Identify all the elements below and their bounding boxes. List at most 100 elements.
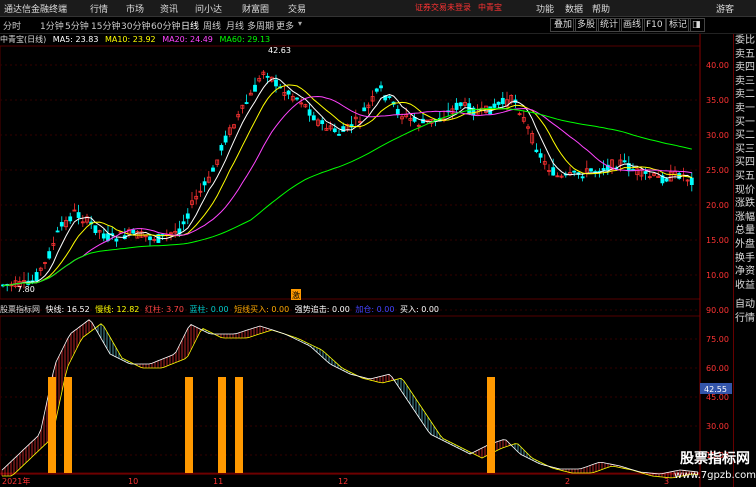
period-30min[interactable]: 30分钟	[121, 19, 150, 32]
menu-market-quotes[interactable]: 行情	[90, 2, 108, 15]
side-bid1[interactable]: 买一	[734, 116, 756, 130]
side-change-pct[interactable]: 涨幅	[734, 211, 756, 225]
ind-tick-30: 30.00	[706, 422, 729, 431]
title-bar: 通达信金融终端 行情 市场 资讯 问小达 财富圈 交易 证券交易未登录 中青宝 …	[0, 0, 756, 17]
candle-body	[362, 107, 367, 112]
moving-average-lines	[2, 77, 693, 287]
side-bid-ratio[interactable]: 委比	[734, 34, 756, 48]
side-ask5[interactable]: 卖五	[734, 48, 756, 62]
menu-functions[interactable]: 功能	[536, 2, 554, 15]
app-name: 通达信金融终端	[4, 5, 68, 15]
chevron-down-icon[interactable]: ▾	[298, 19, 302, 28]
guest-user[interactable]: 游客	[716, 2, 734, 15]
menu-news[interactable]: 资讯	[160, 2, 178, 15]
candle-body	[332, 128, 337, 133]
period-15min[interactable]: 15分钟	[91, 19, 120, 32]
candle-body	[244, 102, 249, 104]
candle-body	[47, 251, 52, 259]
buy-signal-bar	[487, 377, 495, 473]
high-price-label: 42.63	[268, 46, 291, 55]
y-tick-15: 15.00	[706, 236, 729, 245]
candle-body	[454, 102, 459, 110]
menu-help[interactable]: 帮助	[592, 2, 610, 15]
blue-bar-label: 蓝柱: 0.00	[189, 305, 229, 314]
period-1min[interactable]: 1分钟	[40, 19, 64, 32]
y-tick-40: 40.00	[706, 61, 729, 70]
menu-wealth-circle[interactable]: 财富圈	[242, 2, 269, 15]
candle-body	[55, 230, 60, 233]
buy-label: 买入: 0.00	[399, 305, 440, 314]
quote-side-panel: 委比 卖五 卖四 卖三 卖二 卖一 买一 买二 买三 买四 买五 现价 涨跌 涨…	[733, 34, 756, 487]
add-position-label: 加仓: 0.00	[355, 305, 395, 314]
period-daily[interactable]: 日线	[181, 19, 199, 32]
side-bid5[interactable]: 买五	[734, 170, 756, 184]
side-ask1[interactable]: 卖一	[734, 102, 756, 116]
side-change[interactable]: 涨跌	[734, 197, 756, 211]
period-intraday[interactable]: 分时	[3, 19, 21, 32]
ind-tick-45: 45.00	[706, 393, 729, 402]
chart-canvas[interactable]: 42.63 7.80 激 40.00 35.00 30.00 25.00 20.…	[0, 34, 733, 487]
menu-trade[interactable]: 交易	[288, 2, 306, 15]
short-buy-label: 短线买入: 0.00	[234, 305, 290, 314]
side-bid4[interactable]: 买四	[734, 156, 756, 170]
side-ask2[interactable]: 卖二	[734, 88, 756, 102]
candle-body	[59, 222, 64, 227]
candle-body	[534, 149, 539, 153]
candle-body	[181, 221, 186, 225]
candle-body	[689, 177, 694, 185]
candle-body	[643, 171, 648, 174]
candle-body	[307, 109, 312, 116]
low-price-label: 7.80	[17, 285, 35, 294]
ma5-line	[2, 77, 693, 287]
candle-body	[253, 84, 257, 92]
side-earnings[interactable]: 收益	[734, 279, 756, 293]
site-watermark: 股票指标网 www.7gpzb.com	[674, 449, 756, 487]
indicator-panel-border	[0, 315, 701, 474]
candle-body	[387, 96, 392, 98]
x-label-3: 3	[664, 477, 669, 486]
side-quotes[interactable]: 行情	[734, 312, 756, 326]
side-turnover[interactable]: 换手	[734, 252, 756, 266]
price-annotations: 42.63 7.80 激 40.00 35.00 30.00 25.00 20.…	[17, 46, 729, 300]
period-toolbar: 分时 1分钟 5分钟 15分钟 30分钟 60分钟 日线 周线 月线 多周期 更…	[0, 17, 756, 34]
ind-tick-75: 75.00	[706, 335, 729, 344]
candle-body	[664, 178, 669, 182]
candle-body	[551, 167, 556, 176]
period-more[interactable]: 更多	[276, 19, 294, 32]
expand-icon[interactable]: ◨	[688, 18, 705, 32]
ind-tick-90: 90.00	[706, 306, 729, 315]
period-60min[interactable]: 60分钟	[151, 19, 180, 32]
side-net-assets[interactable]: 净资	[734, 265, 756, 279]
candle-body	[492, 103, 497, 108]
candle-body	[286, 90, 291, 95]
period-5min[interactable]: 5分钟	[65, 19, 89, 32]
candle-body	[131, 229, 136, 234]
y-tick-25: 25.00	[706, 166, 729, 175]
side-volume[interactable]: 总量	[734, 224, 756, 238]
side-bid3[interactable]: 买三	[734, 143, 756, 157]
period-multi[interactable]: 多周期	[247, 19, 274, 32]
side-auto[interactable]: 自动	[734, 298, 756, 312]
candle-body	[185, 213, 190, 219]
menu-data[interactable]: 数据	[565, 2, 583, 15]
indicator-series	[1, 319, 699, 479]
f10-button[interactable]: F10	[642, 18, 667, 32]
login-notice[interactable]: 证券交易未登录	[415, 2, 471, 13]
side-last-price[interactable]: 现价	[734, 184, 756, 198]
menu-ask-xiaoda[interactable]: 问小达	[195, 2, 222, 15]
candle-body	[580, 176, 585, 179]
side-outer-volume[interactable]: 外盘	[734, 238, 756, 252]
side-bid2[interactable]: 买二	[734, 129, 756, 143]
y-tick-20: 20.00	[706, 201, 729, 210]
buy-signal-bar	[218, 377, 226, 473]
period-weekly[interactable]: 周线	[203, 19, 221, 32]
candle-body	[68, 216, 73, 222]
signal-badge[interactable]: 激	[292, 290, 300, 300]
side-ask4[interactable]: 卖四	[734, 61, 756, 75]
menu-market[interactable]: 市场	[126, 2, 144, 15]
period-monthly[interactable]: 月线	[226, 19, 244, 32]
candlestick-series	[1, 70, 694, 292]
candle-body	[219, 145, 224, 151]
watermark-url: www.7gpzb.com	[674, 470, 756, 481]
side-ask3[interactable]: 卖三	[734, 75, 756, 89]
